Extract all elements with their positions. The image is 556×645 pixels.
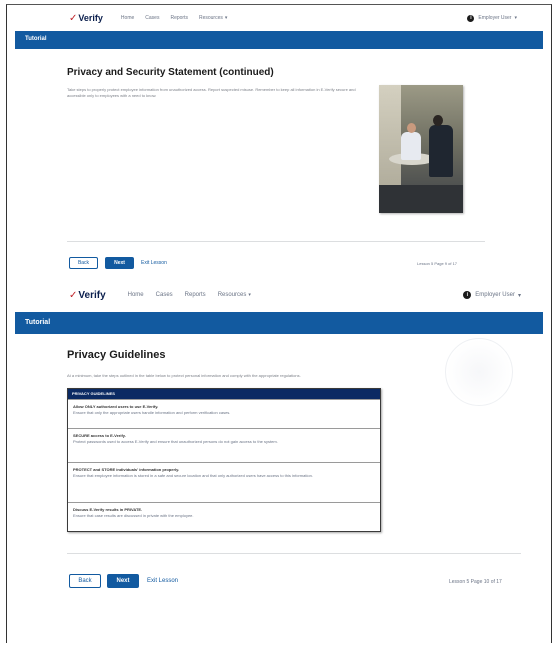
- everify-logo[interactable]: ✓ Verify: [69, 290, 106, 301]
- table-header: PRIVACY GUIDELINES: [68, 389, 380, 399]
- next-button[interactable]: Next: [105, 257, 134, 269]
- nav-link-reports[interactable]: Reports: [185, 292, 206, 298]
- photo-person-left: [401, 132, 421, 160]
- meeting-photo: [379, 85, 463, 213]
- photo-person-left-head: [407, 123, 416, 133]
- banner-title: Tutorial: [25, 319, 51, 326]
- top-nav: ✓ Verify Home Cases Reports Resources ▾ i…: [7, 282, 551, 308]
- nav-link-resources-label: Resources: [198, 15, 223, 21]
- table-row: Discuss E-Verify results in PRIVATE. Ens…: [68, 502, 380, 529]
- nav-link-reports[interactable]: Reports: [170, 15, 188, 21]
- back-button[interactable]: Back: [69, 574, 101, 588]
- table-row: Allow ONLY authorized users to use E-Ver…: [68, 399, 380, 428]
- tutorial-banner: Tutorial: [15, 31, 543, 49]
- chevron-down-icon: ▾: [517, 292, 521, 299]
- nav-link-cases[interactable]: Cases: [145, 15, 159, 21]
- photo-person-right: [429, 125, 453, 177]
- page-title: Privacy Guidelines: [67, 349, 166, 361]
- privacy-guidelines-table: PRIVACY GUIDELINES Allow ONLY authorized…: [67, 388, 381, 532]
- user-name: Employer User: [475, 292, 515, 298]
- page-intro-text: At a minimum, take the steps outlined in…: [67, 373, 301, 378]
- table-row: SECURE access to E-Verify. Protect passw…: [68, 428, 380, 462]
- photo-floor: [379, 185, 463, 213]
- chevron-down-icon: ▾: [248, 292, 251, 298]
- nav-links: Home Cases Reports Resources ▾: [121, 15, 238, 21]
- dhs-seal-watermark: [445, 338, 513, 406]
- guideline-text: Protect passwords used to access E-Verif…: [73, 439, 278, 444]
- photo-person-right-head: [433, 115, 443, 126]
- logo-check-icon: ✓: [69, 12, 78, 24]
- logo-check-icon: ✓: [69, 289, 78, 301]
- screenshot-frame: ✓ Verify Home Cases Reports Resources ▾ i…: [6, 4, 552, 643]
- tutorial-screen-privacy-security: ✓ Verify Home Cases Reports Resources ▾ i…: [7, 5, 551, 280]
- next-button[interactable]: Next: [107, 574, 139, 588]
- nav-links: Home Cases Reports Resources ▾: [128, 292, 262, 298]
- logo-text: Verify: [78, 13, 103, 23]
- chevron-down-icon: ▾: [224, 15, 228, 21]
- nav-link-resources[interactable]: Resources ▾: [218, 292, 251, 298]
- lesson-progress: Lesson 5 Page 10 of 17: [449, 579, 502, 585]
- chevron-down-icon: ▾: [514, 15, 517, 21]
- footer-divider: [67, 553, 521, 554]
- guideline-text: Ensure that only the appropriate users h…: [73, 410, 231, 415]
- user-menu[interactable]: i Employer User ▾: [467, 14, 517, 22]
- lesson-progress: Lesson 5 Page 9 of 17: [417, 261, 458, 266]
- back-button[interactable]: Back: [69, 257, 98, 269]
- info-icon: i: [467, 14, 475, 22]
- nav-link-home[interactable]: Home: [121, 15, 134, 21]
- page-title: Privacy and Security Statement (continue…: [67, 67, 274, 78]
- guideline-text: Ensure that employee information is stor…: [73, 473, 313, 478]
- footer-divider: [67, 241, 485, 242]
- banner-title: Tutorial: [25, 36, 47, 42]
- nav-link-cases[interactable]: Cases: [156, 292, 173, 298]
- exit-lesson-link[interactable]: Exit Lesson: [141, 260, 167, 266]
- tutorial-banner: Tutorial: [15, 312, 543, 334]
- top-nav: ✓ Verify Home Cases Reports Resources ▾ i…: [7, 5, 551, 31]
- everify-logo[interactable]: ✓ Verify: [69, 13, 103, 24]
- nav-link-home[interactable]: Home: [128, 292, 144, 298]
- exit-lesson-link[interactable]: Exit Lesson: [147, 578, 178, 584]
- table-row: PROTECT and STORE individuals' informati…: [68, 462, 380, 502]
- user-menu[interactable]: i Employer User ▾: [463, 291, 521, 299]
- page-body-text: Take steps to properly protect employee …: [67, 87, 356, 98]
- tutorial-screen-privacy-guidelines: ✓ Verify Home Cases Reports Resources ▾ i…: [7, 282, 551, 643]
- user-name: Employer User: [478, 15, 512, 21]
- logo-text: Verify: [78, 289, 106, 301]
- info-icon: i: [463, 291, 472, 299]
- nav-link-resources-label: Resources: [217, 292, 247, 298]
- nav-link-resources[interactable]: Resources ▾: [199, 15, 227, 21]
- guideline-text: Ensure that case results are discussed i…: [73, 513, 194, 518]
